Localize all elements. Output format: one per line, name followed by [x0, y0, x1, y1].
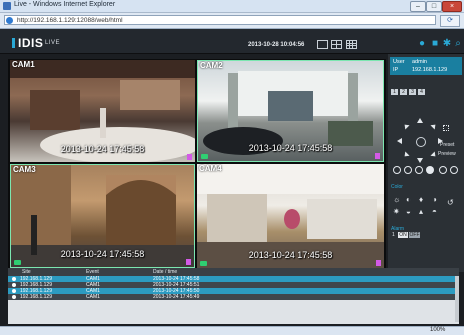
video-icon [200, 261, 207, 266]
idis-logo: IDIS [12, 36, 43, 50]
channel-button-1[interactable]: 1 [391, 89, 398, 95]
camera-label: CAM4 [199, 164, 222, 173]
layout-3x3-button[interactable] [346, 40, 357, 49]
zoom-in-icon[interactable] [393, 166, 401, 174]
saturation-up-icon[interactable]: ♦ [419, 195, 423, 204]
color-reset-icon[interactable]: ↺ [447, 198, 454, 207]
search-icon[interactable]: ⌕ [453, 39, 463, 49]
settings-icon[interactable]: ✱ [442, 39, 452, 49]
app-header [0, 29, 464, 54]
ptz-downright-icon[interactable] [430, 151, 438, 159]
ip-key: IP [393, 67, 399, 73]
maximize-button[interactable]: □ [426, 1, 442, 12]
ptz-area-icon[interactable] [443, 125, 449, 131]
hue-up-icon[interactable]: ◑ [432, 195, 437, 204]
saturation-down-icon[interactable]: ▴ [419, 207, 423, 216]
speaker-icon[interactable] [375, 153, 380, 159]
iris-close-icon[interactable] [450, 166, 458, 174]
ptz-downleft-icon[interactable] [402, 151, 410, 159]
video-icon [201, 154, 208, 159]
channel-button-3[interactable]: 3 [409, 89, 416, 95]
camera-label: CAM1 [12, 60, 35, 69]
alarm-off-button[interactable]: OFF [409, 232, 420, 238]
mode-label: LIVE [45, 40, 61, 46]
speaker-icon[interactable] [187, 154, 192, 160]
contrast-up-icon[interactable]: ◐ [406, 195, 411, 204]
event-icon [12, 289, 16, 293]
zoom-out-icon[interactable] [404, 166, 412, 174]
brightness-down-icon[interactable]: ✷ [393, 207, 400, 216]
minimize-button[interactable]: – [410, 1, 426, 12]
refresh-button[interactable]: ⟳ [440, 15, 460, 27]
hue-down-icon[interactable]: ◓ [432, 207, 437, 216]
user-value: admin [412, 59, 427, 65]
speaker-icon[interactable] [376, 260, 381, 266]
alarm-on-button[interactable]: ON [398, 232, 408, 238]
camera-label: CAM2 [200, 61, 223, 70]
layout-1x1-button[interactable] [317, 40, 328, 49]
close-button[interactable]: × [442, 1, 462, 12]
log-time: 2013-10-24 17:45:49 [153, 294, 200, 300]
camera-timestamp: 2013-10-24 17:45:58 [248, 143, 333, 153]
log-event: CAM1 [86, 294, 100, 300]
user-icon[interactable]: ● [417, 39, 427, 49]
camera-timestamp: 2013-10-24 17:45:58 [60, 144, 145, 154]
camera-view-3[interactable]: CAM3 2013-10-24 17:45:58 [10, 164, 195, 268]
camera-timestamp: 2013-10-24 17:45:58 [60, 249, 145, 259]
ptz-upright-icon[interactable] [430, 122, 438, 130]
log-scrollbar[interactable] [455, 276, 459, 322]
session-info: User admin IP 192.168.1.129 [390, 57, 462, 75]
camera-view-2[interactable]: CAM2 2013-10-24 17:45:58 [197, 60, 384, 162]
speaker-icon[interactable] [186, 259, 191, 265]
event-icon [12, 295, 16, 299]
window-title: Live - Windows Internet Explorer [14, 1, 116, 8]
log-site: 192.168.1.129 [20, 294, 52, 300]
column-datetime[interactable]: Date / time [153, 269, 177, 275]
column-event[interactable]: Event [86, 269, 99, 275]
camera-timestamp: 2013-10-24 17:45:58 [248, 250, 333, 260]
network-icon[interactable]: ■ [430, 39, 440, 49]
camera-view-4[interactable]: CAM4 2013-10-24 17:45:58 [197, 164, 384, 268]
user-key: User [393, 59, 405, 65]
color-section-title: Color [391, 184, 403, 190]
ptz-control[interactable] [397, 118, 443, 164]
browser-titlebar: Live - Windows Internet Explorer – □ × [0, 0, 464, 13]
event-icon [12, 283, 16, 287]
current-datetime: 2013-10-28 10:04:56 [248, 42, 305, 48]
camera-view-1[interactable]: CAM1 2013-10-24 17:45:58 [10, 60, 195, 162]
iris-open-icon[interactable] [439, 166, 447, 174]
camera-label: CAM3 [13, 165, 36, 174]
ip-value: 192.168.1.129 [412, 67, 448, 73]
ptz-down-icon[interactable] [417, 158, 423, 163]
ptz-up-icon[interactable] [417, 118, 423, 123]
ptz-upleft-icon[interactable] [402, 122, 410, 130]
preview-label[interactable]: Preview [438, 151, 456, 157]
brightness-up-icon[interactable]: ☼ [393, 195, 400, 204]
ptz-center-icon[interactable] [416, 137, 426, 147]
url-field[interactable]: http://192.168.1.129:12088/web/html [4, 15, 436, 25]
focus-far-icon[interactable] [426, 166, 434, 174]
event-icon [12, 277, 16, 281]
page-icon [6, 17, 13, 24]
ie-icon [3, 2, 11, 10]
event-log-header: Site Event Date / time [8, 268, 459, 276]
focus-near-icon[interactable] [415, 166, 423, 174]
preset-label[interactable]: Preset [440, 142, 454, 148]
log-row[interactable]: 192.168.1.129 CAM1 2013-10-24 17:45:49 [8, 294, 459, 300]
channel-button-2[interactable]: 2 [400, 89, 407, 95]
address-bar: http://192.168.1.129:12088/web/html ⟳ [0, 13, 464, 29]
zoom-level[interactable]: 100% [430, 327, 445, 333]
ptz-left-icon[interactable] [397, 138, 402, 144]
channel-button-4[interactable]: 4 [418, 89, 425, 95]
alarm-number: 1 [392, 232, 395, 238]
layout-2x2-button[interactable] [331, 40, 342, 49]
contrast-down-icon[interactable]: ◒ [406, 207, 411, 216]
video-icon [14, 260, 21, 265]
column-site[interactable]: Site [22, 269, 31, 275]
